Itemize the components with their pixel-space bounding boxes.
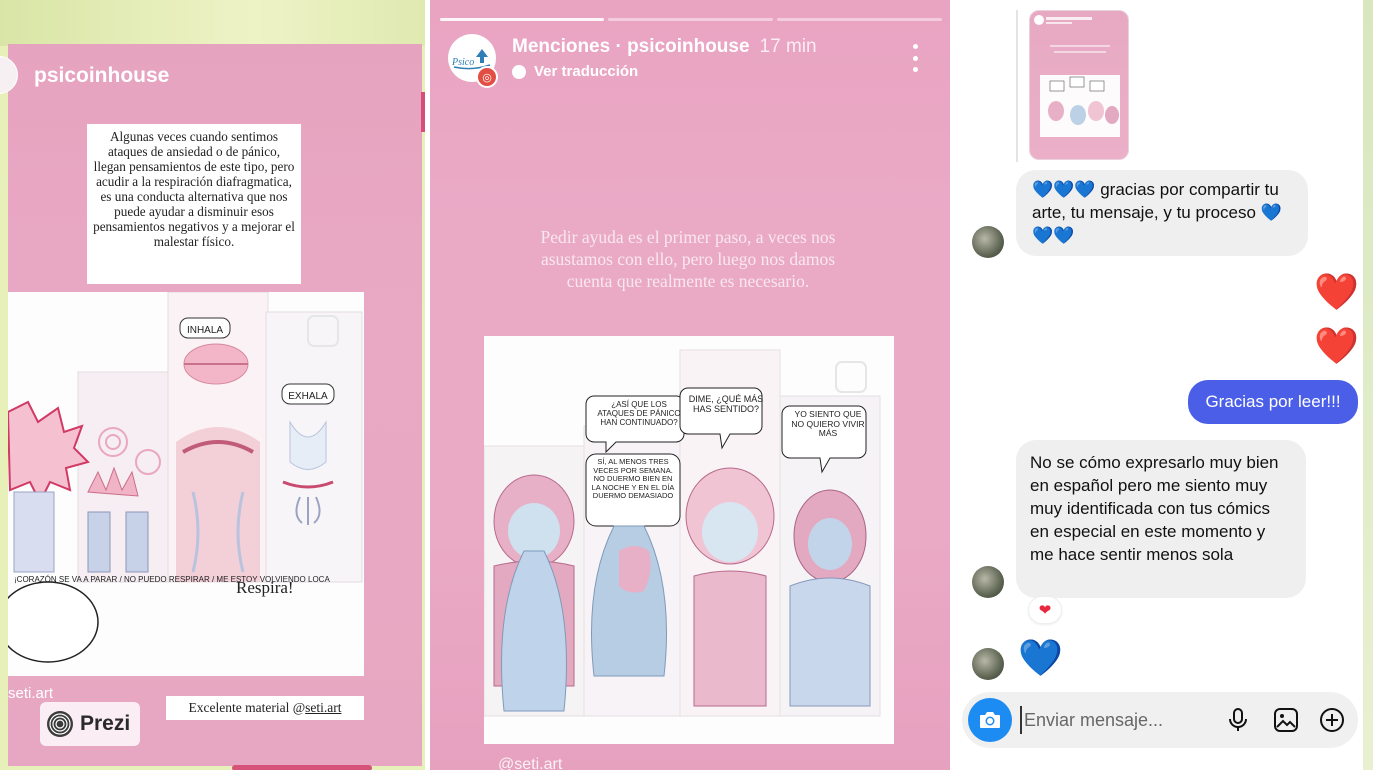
story-thumbnail bbox=[1034, 15, 1120, 137]
avatar[interactable] bbox=[972, 226, 1004, 258]
comic-illustration: INHALA EXHALA ¡CORAZÓN SE VA A PARAR / N… bbox=[8, 292, 364, 676]
heart-reaction-badge[interactable]: ❤ bbox=[1028, 596, 1062, 624]
prezi-label: Prezi bbox=[80, 712, 131, 735]
decorative-strip bbox=[232, 765, 372, 770]
heart-emoji-message[interactable]: ❤️ bbox=[1314, 272, 1359, 312]
left-story-panel: psicoinhouse Algunas veces cuando sentim… bbox=[0, 0, 425, 770]
comic-bubble-3: DIME, ¿QUÉ MÁS HAS SENTIDO? bbox=[688, 394, 764, 414]
shared-story-preview[interactable] bbox=[1029, 10, 1129, 160]
avatar[interactable] bbox=[972, 566, 1004, 598]
comic-bubble-1: ¿ASÍ QUE LOS ATAQUES DE PÁNICO HAN CONTI… bbox=[597, 400, 681, 427]
direct-messages-panel: 💙💙💙 gracias por compartir tu arte, tu me… bbox=[952, 0, 1373, 770]
story-title[interactable]: Menciones · psicoinhouse bbox=[512, 36, 750, 57]
comic-bubble-2: SÍ, AL MENOS TRES VECES POR SEMANA. NO D… bbox=[591, 457, 675, 501]
story-note-text: Algunas veces cuando sentimos ataques de… bbox=[87, 124, 301, 284]
prezi-logo-icon bbox=[47, 711, 73, 737]
story-credit[interactable]: seti.art bbox=[8, 685, 53, 702]
prezi-watermark: Prezi bbox=[40, 702, 140, 746]
story-progress-segment bbox=[777, 18, 942, 21]
story-quote-text: Pedir ayuda es el primer paso, a veces n… bbox=[540, 227, 836, 291]
instagram-badge-icon: ◎ bbox=[476, 66, 498, 88]
story-time: 17 min bbox=[759, 36, 817, 57]
comic-exhala-label: EXHALA bbox=[288, 391, 328, 402]
reply-thread-line bbox=[1016, 10, 1018, 162]
comic-bubble-4: YO SIENTO QUE NO QUIERO VIVIR MÁS bbox=[791, 409, 865, 438]
camera-button[interactable] bbox=[968, 698, 1012, 742]
comic-caption: Respira! bbox=[236, 578, 294, 597]
microphone-icon[interactable] bbox=[1224, 706, 1252, 734]
story-progress-segment bbox=[440, 18, 604, 21]
mention-handle[interactable]: seti.art bbox=[305, 700, 341, 716]
decorative-edge bbox=[1363, 0, 1373, 770]
middle-story-panel: Psico ◎ Menciones · psicoinhouse 17 min V… bbox=[430, 0, 950, 770]
message-bubble-incoming[interactable]: No se cómo expresarlo muy bien en españo… bbox=[1016, 440, 1306, 598]
story-credit[interactable]: @seti.art bbox=[498, 756, 562, 770]
heart-emoji-message[interactable]: ❤️ bbox=[1314, 326, 1359, 366]
camera-icon bbox=[980, 712, 1000, 728]
story-header-title[interactable]: Menciones · psicoinhouse 17 min bbox=[512, 36, 817, 58]
screenshot-collage: psicoinhouse Algunas veces cuando sentim… bbox=[0, 0, 1373, 770]
comic-image-middle: ¿ASÍ QUE LOS ATAQUES DE PÁNICO HAN CONTI… bbox=[484, 336, 894, 744]
story-progress-segment bbox=[608, 18, 773, 21]
comic-image-left: INHALA EXHALA ¡CORAZÓN SE VA A PARAR / N… bbox=[8, 292, 364, 676]
mention-prefix: Excelente material @ bbox=[188, 700, 306, 715]
message-input[interactable] bbox=[1020, 706, 1180, 734]
avatar[interactable] bbox=[972, 648, 1004, 680]
message-bubble-incoming[interactable]: 💙💙💙 gracias por compartir tu arte, tu me… bbox=[1016, 170, 1308, 256]
add-icon[interactable] bbox=[1318, 706, 1346, 734]
mention-sticker[interactable]: Excelente material @ seti.art bbox=[166, 696, 364, 720]
more-options-icon[interactable] bbox=[908, 44, 922, 72]
translate-label: Ver traducción bbox=[534, 63, 639, 80]
comic-illustration: ¿ASÍ QUE LOS ATAQUES DE PÁNICO HAN CONTI… bbox=[484, 336, 894, 744]
blue-heart-emoji-message[interactable]: 💙 bbox=[1018, 638, 1063, 678]
decorative-tab bbox=[421, 92, 425, 132]
decorative-background bbox=[0, 0, 425, 46]
translate-icon bbox=[512, 64, 526, 79]
translate-link[interactable]: Ver traducción bbox=[512, 63, 638, 80]
message-composer bbox=[962, 692, 1358, 748]
message-bubble-outgoing[interactable]: Gracias por leer!!! bbox=[1188, 380, 1358, 424]
comic-inhala-label: INHALA bbox=[187, 325, 223, 336]
story-username[interactable]: psicoinhouse bbox=[34, 64, 169, 88]
gallery-icon[interactable] bbox=[1272, 706, 1300, 734]
